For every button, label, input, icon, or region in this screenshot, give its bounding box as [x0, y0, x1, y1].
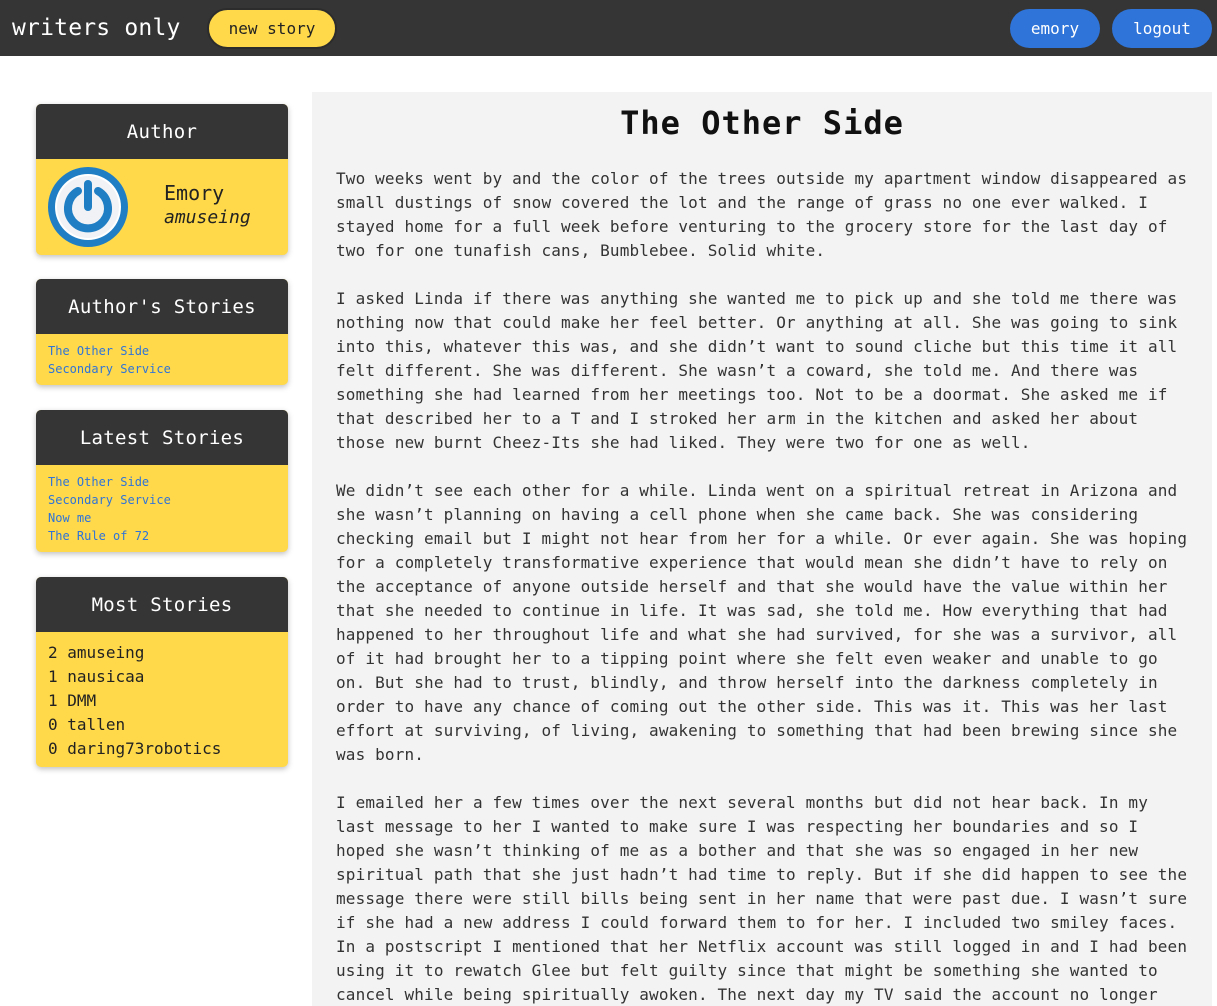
most-stories-list: 2 amuseing 1 nausicaa 1 DMM 0 tallen 0 d… [36, 632, 288, 761]
list-item: 2 amuseing [48, 641, 276, 665]
brand-logo-link[interactable]: writers only [12, 13, 181, 43]
author-stories-card: Author's Stories The Other Side Secondar… [36, 279, 288, 385]
logout-button[interactable]: logout [1112, 9, 1212, 48]
story-count: 1 [48, 667, 58, 686]
list-item: 1 nausicaa [48, 665, 276, 689]
story-panel: The Other Side Two weeks went by and the… [312, 92, 1212, 1006]
story-count: 0 [48, 739, 58, 758]
list-item: 0 daring73robotics [48, 737, 276, 761]
story-paragraph: Two weeks went by and the color of the t… [336, 169, 1188, 260]
user-profile-button[interactable]: emory [1010, 9, 1100, 48]
story-paragraph: We didn’t see each other for a while. Li… [336, 481, 1188, 764]
most-stories-card: Most Stories 2 amuseing 1 nausicaa 1 DMM… [36, 577, 288, 767]
latest-story-link[interactable]: The Other Side [48, 473, 276, 491]
story-count: 0 [48, 715, 58, 734]
top-nav-bar: writers only new story emory logout [0, 0, 1217, 56]
page-title: The Other Side [620, 104, 904, 142]
most-stories-heading: Most Stories [36, 577, 288, 632]
story-count: 1 [48, 691, 58, 710]
list-item: 0 tallen [48, 713, 276, 737]
list-item: 1 DMM [48, 689, 276, 713]
username: tallen [67, 715, 126, 734]
username: daring73robotics [67, 739, 222, 758]
username: amuseing [67, 643, 145, 662]
username: DMM [67, 691, 97, 710]
author-stories-heading: Author's Stories [36, 279, 288, 334]
power-icon [55, 174, 121, 240]
author-handle: amuseing [164, 207, 251, 228]
story-body: Two weeks went by and the color of the t… [312, 143, 1212, 1006]
author-name: Emory [164, 181, 225, 205]
latest-story-link[interactable]: The Rule of 72 [48, 527, 276, 545]
new-story-button[interactable]: new story [207, 8, 337, 49]
author-stories-list: The Other Side Secondary Service [36, 334, 288, 378]
story-count: 2 [48, 643, 58, 662]
author-card-body: Emory amuseing [36, 159, 288, 255]
author-story-link[interactable]: Secondary Service [48, 360, 276, 378]
latest-story-link[interactable]: Now me [48, 509, 276, 527]
latest-stories-list: The Other Side Secondary Service Now me … [36, 465, 288, 545]
author-card: Author Emory amuseing [36, 104, 288, 255]
latest-story-link[interactable]: Secondary Service [48, 491, 276, 509]
story-paragraph: I asked Linda if there was anything she … [336, 289, 1178, 452]
username: nausicaa [67, 667, 145, 686]
avatar[interactable] [48, 167, 128, 247]
author-story-link[interactable]: The Other Side [48, 342, 276, 360]
latest-stories-card: Latest Stories The Other Side Secondary … [36, 410, 288, 552]
author-card-heading: Author [36, 104, 288, 159]
story-paragraph: I emailed her a few times over the next … [336, 793, 1188, 1004]
latest-stories-heading: Latest Stories [36, 410, 288, 465]
